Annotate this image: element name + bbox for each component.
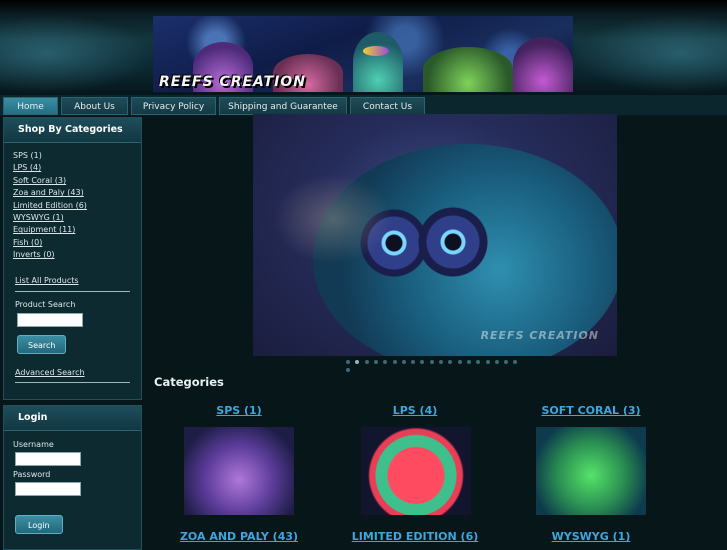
site-logo: REEFS CREATION <box>159 74 306 90</box>
advanced-search-link[interactable]: Advanced Search <box>4 368 141 377</box>
banner-coral-lime <box>423 47 513 92</box>
divider <box>15 290 130 292</box>
slide-dot[interactable] <box>355 360 360 364</box>
header-banner[interactable]: REEFS CREATION <box>153 16 573 92</box>
product-search-label: Product Search <box>15 299 76 309</box>
tab-contact-us[interactable]: Contact Us <box>350 97 425 115</box>
login-box-title: Login <box>4 406 141 431</box>
banner-fish <box>363 46 389 56</box>
slide-dot[interactable] <box>476 360 481 364</box>
slide-dot[interactable] <box>373 360 378 364</box>
search-button-wrap: Search <box>17 333 141 354</box>
category-card-title[interactable]: LPS (4) <box>315 404 515 417</box>
category-wyswyg[interactable]: WYSWYG (1) <box>4 212 141 224</box>
category-list: SPS (1) LPS (4) Soft Coral (3) Zoa and P… <box>4 150 141 262</box>
hero-watermark: REEFS CREATION <box>480 329 599 342</box>
tab-home[interactable]: Home <box>3 97 58 115</box>
username-label: Username <box>13 440 54 449</box>
password-field[interactable] <box>15 482 81 496</box>
category-card-title[interactable]: SOFT CORAL (3) <box>491 404 691 417</box>
login-box: Login Username Password Login <box>3 405 142 550</box>
category-card-image[interactable] <box>361 427 471 515</box>
hero-polyp-right <box>413 202 493 282</box>
hero-slideshow[interactable]: REEFS CREATION <box>253 114 617 356</box>
login-button-wrap: Login <box>15 513 141 534</box>
login-button[interactable]: Login <box>15 515 63 534</box>
category-card-title[interactable]: SPS (1) <box>139 404 339 417</box>
categories-box-title: Shop By Categories <box>4 118 141 143</box>
category-limited-edition[interactable]: Limited Edition (6) <box>4 200 141 212</box>
category-inverts[interactable]: Inverts (0) <box>4 249 141 261</box>
slide-dot[interactable] <box>466 360 471 364</box>
header-glow-right <box>573 14 727 94</box>
banner-coral-violet <box>513 37 573 92</box>
category-fish[interactable]: Fish (0) <box>4 237 141 249</box>
divider <box>15 381 130 383</box>
slide-dot[interactable] <box>346 360 350 364</box>
slide-dot[interactable] <box>411 360 416 364</box>
header-glow-left <box>0 14 153 94</box>
slide-dot[interactable] <box>457 360 462 364</box>
hero-coral-lip <box>273 174 393 264</box>
tab-about-us[interactable]: About Us <box>61 97 128 115</box>
category-card-image[interactable] <box>536 427 646 515</box>
category-card-title[interactable]: WYSWYG (1) <box>491 530 691 543</box>
slide-dot[interactable] <box>448 360 453 364</box>
category-card-title[interactable]: LIMITED EDITION (6) <box>315 530 515 543</box>
slide-dot[interactable] <box>346 368 350 372</box>
categories-heading: Categories <box>154 375 224 389</box>
search-button[interactable]: Search <box>17 334 67 354</box>
banner-coral-green <box>353 32 403 92</box>
category-card-title[interactable]: ZOA AND PALY (43) <box>139 530 339 543</box>
tab-privacy-policy[interactable]: Privacy Policy <box>131 97 216 115</box>
slide-dot[interactable] <box>364 360 369 364</box>
slide-dot[interactable] <box>494 360 499 364</box>
category-soft-coral[interactable]: Soft Coral (3) <box>4 175 141 187</box>
slide-dot[interactable] <box>485 360 490 364</box>
site-header: REEFS CREATION <box>0 0 727 95</box>
main-nav: Home About Us Privacy Policy Shipping an… <box>0 95 727 116</box>
slide-dot[interactable] <box>439 360 443 364</box>
product-search-input[interactable] <box>17 312 83 327</box>
slide-dot[interactable] <box>504 360 509 364</box>
category-lps[interactable]: LPS (4) <box>4 162 141 174</box>
slide-dot[interactable] <box>429 360 434 364</box>
tab-shipping-guarantee[interactable]: Shipping and Guarantee <box>219 97 347 115</box>
password-label: Password <box>13 470 51 479</box>
category-sps[interactable]: SPS (1) <box>4 150 141 162</box>
slide-dot[interactable] <box>420 360 425 364</box>
slide-dot[interactable] <box>392 360 397 364</box>
category-equipment[interactable]: Equipment (11) <box>4 224 141 236</box>
categories-box: Shop By Categories SPS (1) LPS (4) Soft … <box>3 117 142 400</box>
category-card-image[interactable] <box>184 427 294 515</box>
slide-dot[interactable] <box>513 360 518 364</box>
slide-dot[interactable] <box>383 360 388 364</box>
slide-dot[interactable] <box>401 360 406 364</box>
list-all-products-link[interactable]: List All Products <box>4 276 141 285</box>
category-zoa-and-paly[interactable]: Zoa and Paly (43) <box>4 187 141 199</box>
username-field[interactable] <box>15 452 81 466</box>
